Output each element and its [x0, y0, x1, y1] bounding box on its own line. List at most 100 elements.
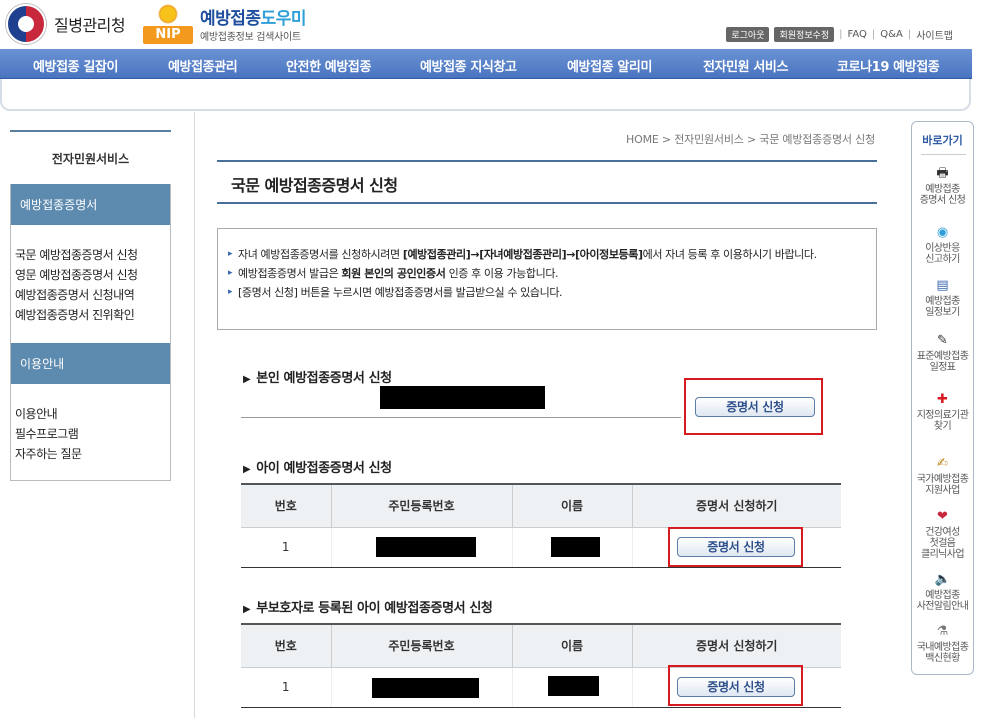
redacted-block: [371, 677, 479, 698]
quick-item-national-support[interactable]: ✍ 국가예방접종 지원사업: [912, 456, 973, 496]
notice-line-1: 자녀 예방접종증명서를 신청하시려면 [예방접종관리]→[자녀예방접종관리]→[…: [228, 247, 850, 262]
sidebar-item-english-certificate[interactable]: 영문 예방접종증명서 신청: [15, 265, 170, 285]
redacted-block: [547, 675, 599, 696]
quick-label: 표준예방접종: [916, 351, 969, 362]
quick-item-standard-schedule[interactable]: ✎ 표준예방접종 일정표: [912, 333, 973, 373]
column-header-name: 이름: [511, 483, 632, 528]
redacted-block: [375, 536, 476, 557]
guardian-certificate-button[interactable]: 증명서 신청: [677, 677, 795, 697]
breadcrumb: HOME > 전자민원서비스 > 국문 예방접종증명서 신청: [626, 133, 875, 146]
nav-vaccination-guide[interactable]: 예방접종 길잡이: [33, 56, 118, 75]
column-header-name: 이름: [511, 623, 632, 668]
site-header: 질병관리청 NIP 예방접종도우미 예방접종정보 검색사이트 로그아웃 회원정보…: [0, 0, 991, 48]
quick-label: 예방접종: [925, 296, 960, 307]
notice-text: 자녀 예방접종증명서를 신청하시려면: [238, 248, 403, 261]
quick-item-schedule[interactable]: ▤ 예방접종 일정보기: [912, 278, 973, 318]
main-content: HOME > 전자민원서비스 > 국문 예방접종증명서 신청 국문 예방접종증명…: [194, 112, 906, 718]
sidebar-item-usage-guide[interactable]: 이용안내: [15, 404, 170, 424]
notice-line-2: 예방접종증명서 발급은 회원 본인의 공인인증서 인증 후 이용 가능합니다.: [228, 266, 850, 281]
calendar-icon: ▤: [936, 278, 949, 293]
member-edit-button[interactable]: 회원정보수정: [774, 27, 835, 42]
name-cell: [511, 527, 632, 568]
notice-text: 인증 후 이용 가능합니다.: [445, 267, 559, 280]
guardian-section-title: ▶ 부보호자로 등록된 아이 예방접종증명서 신청: [243, 597, 493, 616]
sidebar-title: 전자민원서비스: [51, 151, 130, 166]
sidebar-item-certificate-history[interactable]: 예방접종증명서 신청내역: [15, 285, 170, 305]
sidebar-item-korean-certificate[interactable]: 국문 예방접종증명서 신청: [15, 245, 170, 265]
notice-bold-text: [예방접종관리]→[자녀예방접종관리]→[아이정보등록]: [402, 248, 643, 261]
nav-e-civil-service[interactable]: 전자민원 서비스: [703, 56, 788, 75]
nav-vaccination-alert[interactable]: 예방접종 알리미: [567, 56, 652, 75]
quick-label: 클리닉사업: [920, 549, 965, 560]
triangle-right-icon: ▶: [243, 604, 251, 615]
sitemap-link[interactable]: 사이트맵: [916, 27, 953, 42]
child-section-title-text: 아이 예방접종증명서 신청: [256, 461, 392, 476]
quick-label: 국내예방접종: [916, 642, 969, 653]
row-number: 1: [241, 527, 331, 568]
quick-item-certificate[interactable]: 🖶 예방접종 증명서 신청: [912, 166, 973, 206]
sidebar-item-certificate-verify[interactable]: 예방접종증명서 진위확인: [15, 305, 170, 325]
quick-label: 예방접종: [925, 590, 960, 601]
sidebar-item-required-programs[interactable]: 필수프로그램: [15, 424, 170, 444]
qna-link[interactable]: Q&A: [880, 29, 903, 40]
quick-item-adverse-report[interactable]: ◉ 이상반응 신고하기: [912, 225, 973, 265]
column-header-number: 번호: [241, 483, 331, 528]
guardian-section-title-text: 부보호자로 등록된 아이 예방접종증명서 신청: [256, 601, 493, 616]
triangle-right-icon: ▶: [243, 374, 251, 385]
sidebar-section-usage-guide[interactable]: 이용안내: [11, 343, 170, 384]
nip-logo[interactable]: NIP: [143, 4, 193, 44]
document-icon: ✍: [937, 456, 948, 471]
quick-item-pre-notice[interactable]: 🔈 예방접종 사전알림안내: [912, 572, 973, 612]
utility-links: 로그아웃 회원정보수정 | FAQ | Q&A | 사이트맵: [726, 27, 953, 42]
left-sidebar: 전자민원서비스 예방접종증명서 국문 예방접종증명서 신청 영문 예방접종증명서…: [10, 130, 171, 481]
quick-label: 일정보기: [925, 307, 960, 318]
sidebar-section-certificate[interactable]: 예방접종증명서: [11, 184, 170, 225]
quick-label: 찾기: [933, 421, 952, 432]
syringe-icon: ✎: [937, 333, 948, 348]
printer-icon: 🖶: [936, 166, 949, 181]
agency-name[interactable]: 질병관리청: [54, 12, 126, 36]
site-title-main: 예방접종: [200, 9, 261, 29]
kdca-logo-icon[interactable]: [6, 4, 46, 44]
sidebar-guide-items: 이용안내 필수프로그램 자주하는 질문: [11, 384, 170, 480]
nav-safe-vaccination[interactable]: 안전한 예방접종: [286, 56, 371, 75]
divider: |: [839, 29, 843, 40]
quick-divider: [921, 154, 966, 155]
sidebar-box: 예방접종증명서 국문 예방접종증명서 신청 영문 예방접종증명서 신청 예방접종…: [10, 184, 171, 481]
faq-link[interactable]: FAQ: [848, 29, 867, 40]
sidebar-item-faq[interactable]: 자주하는 질문: [15, 444, 170, 464]
redacted-block: [380, 386, 545, 409]
child-certificate-button[interactable]: 증명서 신청: [677, 537, 795, 557]
table-header-row: 번호 주민등록번호 이름 증명서 신청하기: [241, 483, 841, 528]
quick-item-womens-clinic[interactable]: ❤ 건강여성 첫걸음 클리닉사업: [912, 509, 973, 560]
self-certificate-button[interactable]: 증명서 신청: [695, 397, 815, 417]
column-header-apply: 증명서 신청하기: [631, 623, 841, 668]
column-header-apply: 증명서 신청하기: [631, 483, 841, 528]
nav-covid19[interactable]: 코로나19 예방접종: [837, 56, 940, 75]
quick-label: 건강여성: [925, 527, 960, 538]
nav-knowledge-base[interactable]: 예방접종 지식창고: [420, 56, 517, 75]
quick-label: 신고하기: [925, 254, 960, 265]
sub-navigation-bar: [0, 79, 971, 111]
column-header-number: 번호: [241, 623, 331, 668]
column-header-resident-number: 주민등록번호: [330, 623, 512, 668]
site-title[interactable]: 예방접종도우미: [200, 4, 306, 29]
quick-label: 예방접종: [925, 184, 960, 195]
quick-item-vaccine-status[interactable]: ⚗ 국내예방접종 백신현황: [912, 624, 973, 664]
quick-label: 증명서 신청: [919, 195, 966, 206]
quick-label: 국가예방접종: [916, 474, 969, 485]
quick-label: 지정의료기관: [916, 410, 969, 421]
triangle-right-icon: ▶: [243, 464, 251, 475]
self-section-title: ▶ 본인 예방접종증명서 신청: [243, 367, 392, 386]
self-section-line: [241, 417, 681, 418]
nav-vaccination-management[interactable]: 예방접종관리: [168, 56, 238, 75]
quick-label: 백신현황: [925, 653, 960, 664]
row-number: 1: [241, 667, 331, 708]
column-header-resident-number: 주민등록번호: [330, 483, 512, 528]
notice-bold-text: 회원 본인의 공인인증서: [341, 267, 446, 280]
quick-title: 바로가기: [922, 134, 963, 147]
vaccine-icon: ⚗: [936, 624, 949, 639]
logout-button[interactable]: 로그아웃: [726, 27, 770, 42]
quick-links-panel: 바로가기 🖶 예방접종 증명서 신청 ◉ 이상반응 신고하기 ▤ 예방접종 일정…: [911, 121, 974, 675]
quick-item-designated-clinic[interactable]: ✚ 지정의료기관 찾기: [912, 392, 973, 432]
